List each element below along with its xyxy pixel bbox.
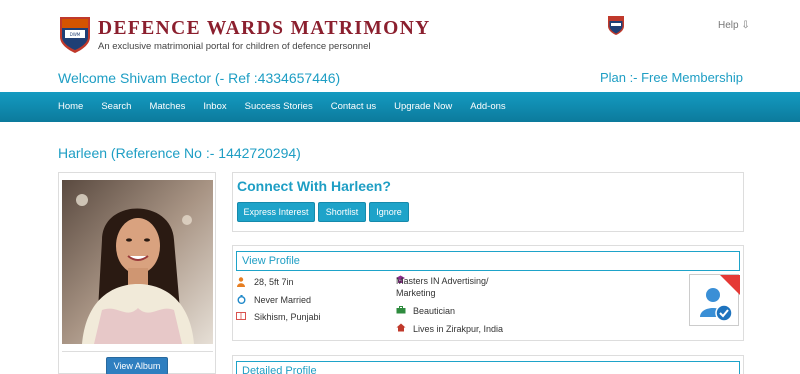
view-profile-title[interactable]: View Profile [242,255,300,267]
religion-text: Sikhism, Punjabi [254,312,321,322]
occupation-text: Beautician [413,306,456,316]
ring-icon [237,295,246,304]
site-header: DWM DEFENCE WARDS MATRIMONY An exclusive… [0,0,800,62]
svg-text:DWM: DWM [70,32,81,37]
marital-status-text: Never Married [254,295,312,305]
education-text-1: Masters IN Advertising/ [396,276,489,286]
education-line1: Masters IN Advertising/ [396,275,489,287]
book-icon [236,312,246,320]
verified-badge [689,274,740,326]
nav-item-inbox[interactable]: Inbox [203,92,226,122]
small-emblem-icon [608,16,624,35]
profile-heading: Harleen (Reference No :- 1442720294) [58,145,301,161]
help-link[interactable]: Help ⇩ [718,20,750,31]
nav-item-home[interactable]: Home [58,92,83,122]
profile-photo-panel: View Album [58,172,216,374]
nav-item-contact-us[interactable]: Contact us [331,92,376,122]
brand-title[interactable]: DEFENCE WARDS MATRIMONY [98,18,431,40]
shield-emblem-icon[interactable]: DWM [58,15,92,55]
verified-user-icon [700,275,740,322]
view-profile-header: View Profile [236,251,740,271]
briefcase-icon [396,306,406,314]
detailed-profile-panel: Detailed Profile [232,355,744,374]
profile-photo[interactable] [62,180,213,344]
age-height-text: 28, 5ft 7in [254,277,294,287]
connect-panel: Connect With Harleen? Express Interest S… [232,172,744,232]
nav-item-success-stories[interactable]: Success Stories [245,92,313,122]
plan-text: Plan :- Free Membership [599,70,743,85]
nav-item-matches[interactable]: Matches [149,92,185,122]
view-album-button[interactable]: View Album [106,357,168,374]
nav-item-search[interactable]: Search [101,92,131,122]
location-text: Lives in Zirakpur, India [413,324,504,334]
view-profile-panel: View Profile 28, 5ft 7in Never Married S… [232,245,744,341]
detailed-profile-header: Detailed Profile [236,361,740,374]
main-nav: Home Search Matches Inbox Success Storie… [0,92,800,122]
ignore-button[interactable]: Ignore [369,202,409,222]
welcome-text: Welcome Shivam Bector (- Ref :4334657446… [58,70,341,86]
education-line2: Marketing [396,288,436,298]
person-icon [237,277,245,287]
brand-subtitle: An exclusive matrimonial portal for chil… [98,41,371,52]
connect-title: Connect With Harleen? [237,178,391,194]
nav-item-add-ons[interactable]: Add-ons [470,92,505,122]
express-interest-button[interactable]: Express Interest [237,202,315,222]
shortlist-button[interactable]: Shortlist [318,202,366,222]
detailed-profile-title[interactable]: Detailed Profile [242,365,317,374]
home-icon [396,323,406,332]
divider [62,351,213,352]
nav-item-upgrade-now[interactable]: Upgrade Now [394,92,452,122]
